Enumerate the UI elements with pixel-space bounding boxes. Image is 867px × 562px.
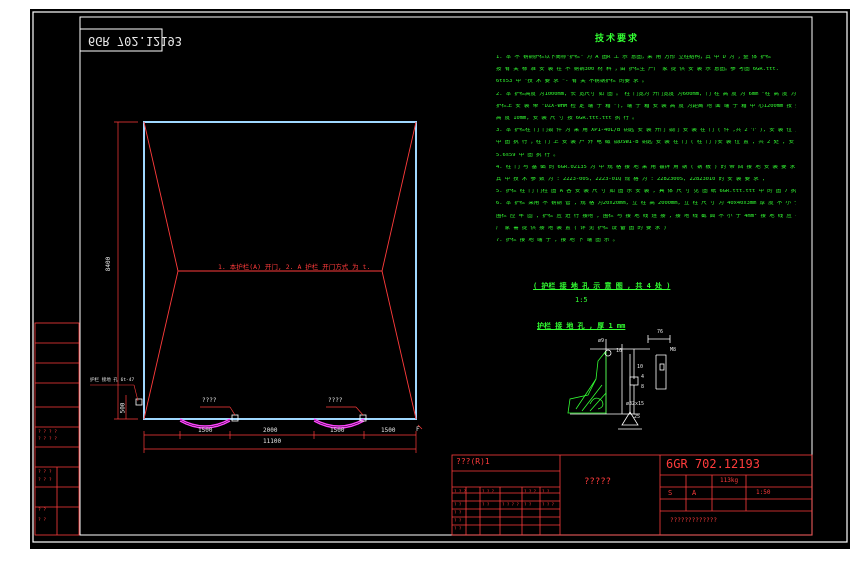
note-line: 5. 护栏 柱 门 门柱 图 A 各 安 装 尺 寸 如 图 示 安 装 , 具…: [496, 189, 796, 195]
note-line: 高 度 10mm, 安 装 尺 寸 按 6GR.ttt.ttt 执 行 。: [496, 116, 638, 121]
segment-dim-2: 2000: [263, 427, 278, 434]
left-strip-mark-5: ? ?: [38, 508, 47, 513]
tb-row-1: ? ?: [454, 502, 462, 507]
mark-f: F: [416, 426, 420, 433]
left-callout: 护栏 接地 孔 6t-47: [90, 378, 135, 383]
height-dim: 8400: [105, 256, 113, 272]
note-line: 4. 柱 门 与 基 础 的 6GR.02135 为 中 规 格 接 地 采 用…: [496, 164, 796, 170]
title-block-center-text: ?????: [584, 477, 612, 487]
segment-dim-1: 1500: [198, 427, 213, 434]
tb-header-4: ? ?: [542, 489, 550, 494]
gate-label-2: ????: [328, 397, 343, 404]
title-block-bottom-text: ?????????????: [670, 517, 717, 524]
tb-header-1: ? ? ?: [454, 489, 467, 494]
bottom-dim: 500: [119, 402, 127, 414]
note-line: 7. 护栏 接 地 端 子 , 接 地 下 端 图 示 。: [496, 238, 619, 243]
note-line: 6ts53 中 "技 术 要 求 "- 有 关 不锈钢护栏 的要 求 。: [496, 79, 648, 85]
grade-s: S: [668, 489, 673, 497]
tb-row-3: ? ?: [454, 518, 462, 523]
section-dim-5: 4: [641, 374, 645, 380]
section-dim-1: M8: [670, 347, 677, 353]
tb-header-3: ? ? ?: [524, 489, 537, 494]
section-dim-0: 76: [657, 329, 664, 335]
note-line: 其 中 技 术 参 数 为 : 2223-00S, 2223-01Q 规 格 为…: [496, 177, 766, 182]
notes-title: 技术要求: [595, 34, 640, 44]
note-line: 2. 本 护栏高度 为1000mm, 长 宽尺寸 如 图 。 柱 门宽为 开门宽…: [496, 91, 796, 97]
cad-viewport: 6GR 702.12193 技术要求 1. 本护栏(A) 开门, 2. A 护栏…: [0, 0, 867, 562]
note-line: 厂 家 需 提 供 接 地 装 置 ( 详 见 护栏 设 备 图 的 要 求 ): [496, 225, 667, 231]
left-strip-mark-6: ? ?: [38, 518, 47, 523]
scale-value: 1:50: [756, 489, 771, 496]
note-line: 按 有 关 标 准 安 装 在 不 锈钢300 材 料 ，由 护栏生 产厂 家 …: [496, 67, 779, 73]
left-strip-mark-2: ? ? ? ?: [38, 437, 57, 442]
section-subtitle: 护栏 接 地 孔 , 厚 1 mm: [537, 322, 626, 330]
note-line: 中 图 执 行 ，柱 门 上 安 装 户 外 电 磁 锁DSWI-B 钥匙 安 …: [496, 140, 796, 146]
section-scale: 1:5: [575, 296, 588, 304]
tb-sign-3: ? ?: [524, 502, 532, 507]
dimension-lines: [114, 121, 417, 453]
tb-row-2: ? ?: [454, 510, 462, 515]
tb-sign-4: ? ? ?: [542, 502, 555, 507]
left-callout-leader: [90, 384, 139, 402]
note-line: 5.6s59 中 图 执 行 。: [496, 152, 559, 158]
left-strip: [34, 322, 80, 536]
left-strip-mark-4: ? ? ?: [38, 478, 52, 483]
left-strip-mark-1: ? ? ? ?: [38, 430, 57, 435]
section-dim-6: 8: [641, 384, 645, 390]
section-title: ( 护栏 接 地 孔 示 意 图 , 共 4 处 ): [533, 282, 671, 290]
gate-label-1: ????: [202, 397, 217, 404]
note-line: 6. 本 护栏 采用 不 锈钢 管 , 规 格 为20x20mm, 立 柱 高 …: [496, 201, 796, 207]
weight-value: 113kg: [720, 477, 739, 484]
tb-sign-2: ? ? ? ?: [502, 502, 519, 507]
enclosure-plan: [135, 121, 417, 429]
note-line: 围栏 应 牢 固 , 护栏 应 进 行 接地 , 围栏 与 接 地 线 连 接 …: [496, 213, 796, 219]
tb-sign-1: ? ?: [482, 502, 490, 507]
grade-a: A: [692, 489, 697, 497]
title-block-drawing-number: 6GR 702.12193: [666, 457, 760, 471]
mirror-drawing-number: 6GR 702.12193: [88, 34, 182, 48]
section-dim-2: 10: [616, 348, 623, 354]
segment-dim-3: 1500: [330, 427, 345, 434]
overall-width-dim: 11100: [263, 438, 282, 445]
section-dim-3: ø9: [598, 338, 605, 344]
section-dim-9: 25: [634, 414, 641, 420]
drawing-sheet: 6GR 702.12193 技术要求 1. 本护栏(A) 开门, 2. A 护栏…: [30, 9, 850, 549]
tb-header-2: ? ? ?: [482, 489, 495, 494]
note-line: 1. 本 不 锈钢护栏以下简称"护栏" 为 A 图R 工 示 意图，采 用 方形…: [496, 55, 772, 60]
note-line: 护栏上 安 装 带 "DZX-WHM 检 定 端 子 箱 "), 端 子 箱 安…: [496, 103, 796, 109]
plan-center-label: 1. 本护栏(A) 开门, 2. A 护栏 开门方式 为 t.: [218, 263, 371, 271]
title-block-left-text: ???(R)1: [456, 457, 490, 466]
section-dim-8: ø32x15: [626, 401, 645, 407]
tb-row-4: ? ?: [454, 526, 462, 531]
left-strip-mark-3: ? ? ?: [38, 470, 52, 475]
section-dim-4: 10: [637, 364, 644, 370]
note-line: 3. 本 护栏柱 门 门锁 件 为 采 用 XP1-40L/B 钥匙 安 装 开…: [496, 128, 796, 134]
segment-dim-4: 1500: [381, 427, 396, 434]
